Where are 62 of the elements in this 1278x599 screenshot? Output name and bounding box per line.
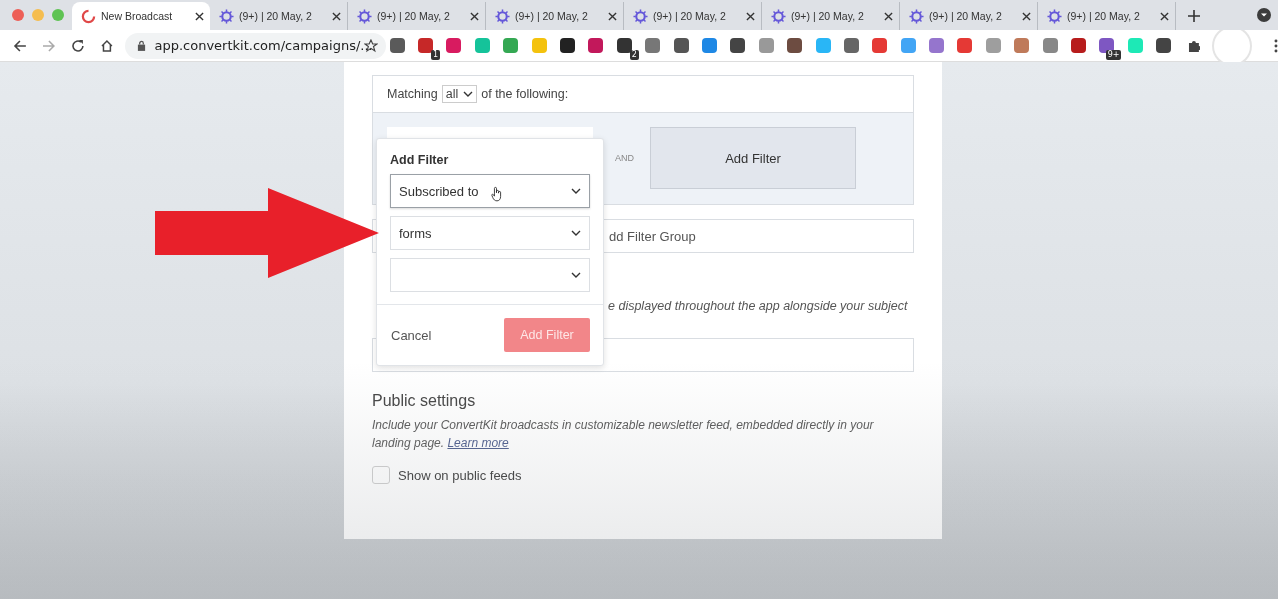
cancel-button[interactable]: Cancel <box>391 327 432 343</box>
extension-icon[interactable] <box>616 38 632 53</box>
gear-icon <box>909 8 924 24</box>
chevron-down-icon <box>463 91 474 97</box>
extension-icon[interactable] <box>673 38 689 53</box>
hand-cursor-icon <box>491 186 503 202</box>
close-icon[interactable] <box>884 11 893 21</box>
close-window-icon[interactable] <box>12 9 24 21</box>
chevron-down-icon <box>571 272 581 278</box>
checkbox[interactable] <box>372 466 390 484</box>
extension-icon[interactable] <box>787 38 803 53</box>
back-icon[interactable] <box>13 38 27 53</box>
gear-icon <box>771 8 786 24</box>
close-icon[interactable] <box>195 11 204 21</box>
extension-icon[interactable] <box>389 38 405 53</box>
reload-icon[interactable] <box>70 38 85 53</box>
and-label: AND <box>615 153 634 163</box>
gear-icon <box>633 8 648 24</box>
section-heading: Public settings <box>372 392 477 410</box>
gear-icon <box>495 8 510 24</box>
tab-search-icon[interactable] <box>1257 8 1271 22</box>
add-filter-button[interactable]: Add Filter <box>650 127 856 189</box>
menu-icon[interactable] <box>1274 38 1278 53</box>
extension-icon[interactable] <box>588 38 604 53</box>
checkbox-label: Show on public feeds <box>398 467 522 483</box>
extension-badge: 9+ <box>1105 50 1122 60</box>
extension-badge: 1 <box>430 50 441 60</box>
popover-title: Add Filter <box>390 153 450 167</box>
gear-icon <box>219 8 234 24</box>
ring-icon <box>81 8 96 24</box>
preview-text-description: e displayed throughout the app alongside your subject <box>608 299 908 313</box>
extension-badge: 2 <box>629 50 639 60</box>
gear-icon <box>357 8 372 24</box>
address-bar[interactable]: app.convertkit.com/campaigns/... <box>125 32 386 59</box>
browser-tab[interactable]: New Broadcast <box>72 2 210 30</box>
extension-icon[interactable] <box>560 38 575 53</box>
extension-icon[interactable] <box>418 38 434 53</box>
matching-label: Matching <box>387 87 438 101</box>
section-description: Include your ConvertKit broadcasts in customizable newsletter feed, embedded directly in your landing page. Learn more <box>372 417 875 452</box>
gear-icon <box>1047 8 1062 24</box>
close-icon[interactable] <box>608 11 617 21</box>
close-icon[interactable] <box>746 11 755 21</box>
new-tab-icon[interactable] <box>1188 10 1200 22</box>
match-select[interactable]: all <box>441 85 478 103</box>
extension-icon[interactable] <box>1156 38 1172 53</box>
following-label: of the following: <box>481 87 569 101</box>
home-icon[interactable] <box>99 38 114 53</box>
close-icon[interactable] <box>332 11 341 21</box>
close-icon[interactable] <box>1022 11 1031 21</box>
learn-more-link[interactable]: Learn more <box>447 436 509 450</box>
close-icon[interactable] <box>470 11 479 21</box>
filter-select[interactable]: Subscribed to <box>390 174 590 208</box>
filter-select[interactable]: forms <box>390 216 590 250</box>
chevron-down-icon <box>571 188 581 194</box>
puzzle-icon[interactable] <box>1186 38 1201 53</box>
lock-icon <box>137 40 147 51</box>
extension-icon[interactable] <box>730 38 746 53</box>
chevron-down-icon <box>571 230 581 236</box>
arrow-icon <box>155 188 379 278</box>
extension-icon[interactable] <box>843 38 859 53</box>
close-icon[interactable] <box>1160 11 1169 21</box>
extension-icon[interactable] <box>1071 38 1087 53</box>
